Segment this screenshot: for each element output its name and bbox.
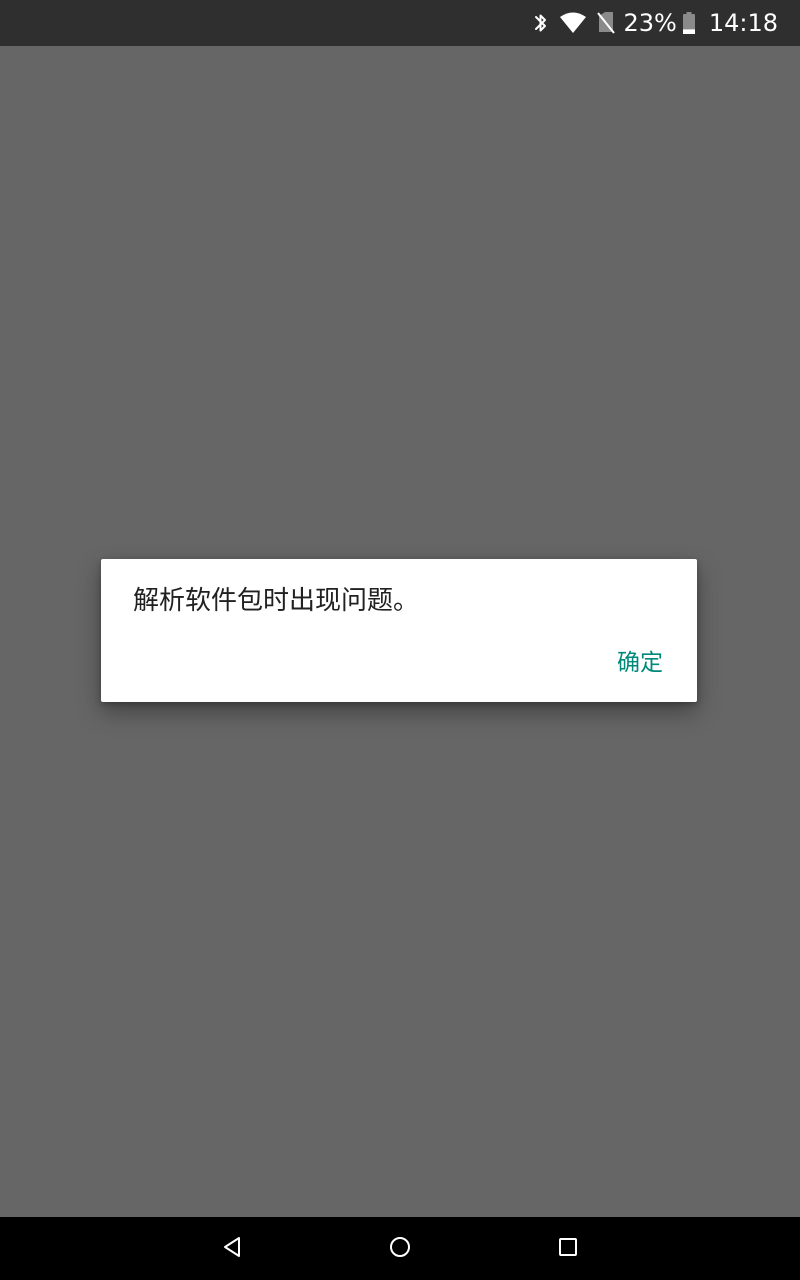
home-button[interactable] (360, 1217, 440, 1280)
dialog-message: 解析软件包时出现问题。 (133, 586, 420, 616)
status-bar: 23% 14:18 (0, 0, 800, 46)
wifi-icon (559, 12, 587, 34)
ok-button[interactable]: 确定 (605, 643, 675, 683)
home-icon (389, 1236, 411, 1262)
clock: 14:18 (708, 9, 778, 37)
back-icon (222, 1236, 242, 1262)
recents-icon (558, 1237, 578, 1261)
recents-button[interactable] (528, 1217, 608, 1280)
alert-dialog: 解析软件包时出现问题。 确定 (101, 559, 697, 702)
navigation-bar (0, 1217, 800, 1280)
battery-icon (682, 12, 695, 34)
battery-percent: 23% (623, 9, 677, 37)
bluetooth-icon (533, 11, 549, 35)
no-sim-icon (597, 12, 616, 34)
back-button[interactable] (192, 1217, 272, 1280)
